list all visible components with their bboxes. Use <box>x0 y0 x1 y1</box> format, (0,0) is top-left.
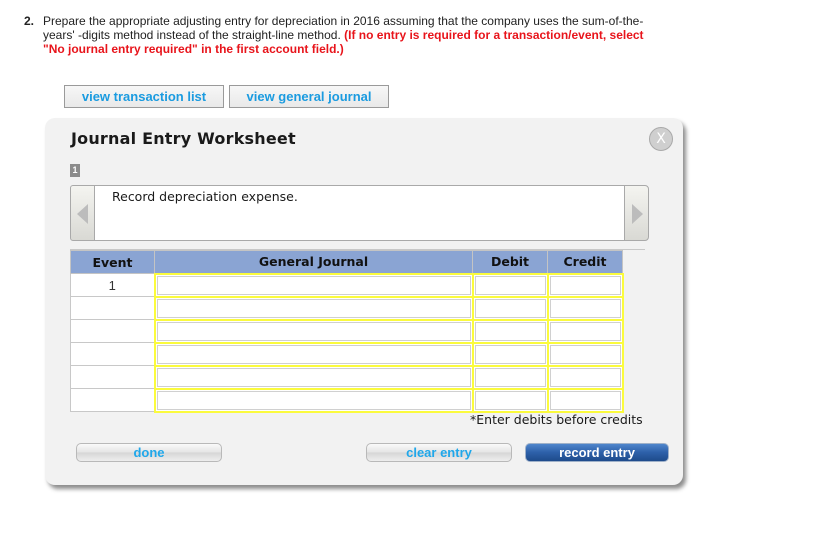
event-cell <box>70 365 155 389</box>
question-prompt: 2. Prepare the appropriate adjusting ent… <box>24 14 644 56</box>
debit-cell[interactable] <box>471 272 549 298</box>
debit-cell[interactable] <box>471 341 549 367</box>
account-input[interactable] <box>155 274 472 296</box>
credit-cell[interactable] <box>546 295 624 321</box>
table-header-row: Event General Journal Debit Credit <box>70 250 623 274</box>
event-cell <box>70 388 155 412</box>
account-cell[interactable] <box>153 387 474 413</box>
event-cell: 1 <box>70 273 155 297</box>
credit-input[interactable] <box>548 297 622 319</box>
credit-cell[interactable] <box>546 318 624 344</box>
credit-input[interactable] <box>548 274 622 296</box>
table-row <box>70 295 624 321</box>
account-cell[interactable] <box>153 318 474 344</box>
credit-cell[interactable] <box>546 387 624 413</box>
credit-input[interactable] <box>548 320 622 342</box>
step-description: Record depreciation expense. <box>112 189 298 204</box>
debit-input[interactable] <box>473 366 547 388</box>
description-carousel: Record depreciation expense. <box>70 185 649 241</box>
column-header-credit: Credit <box>547 250 623 274</box>
debit-input[interactable] <box>473 389 547 411</box>
credit-input[interactable] <box>548 343 622 365</box>
credit-input[interactable] <box>548 389 622 411</box>
credit-cell[interactable] <box>546 364 624 390</box>
debits-before-credits-note: *Enter debits before credits <box>470 412 643 427</box>
record-entry-button[interactable]: record entry <box>525 443 669 462</box>
debit-cell[interactable] <box>471 364 549 390</box>
debit-input[interactable] <box>473 274 547 296</box>
credit-cell[interactable] <box>546 341 624 367</box>
chevron-right-icon <box>632 204 643 224</box>
account-cell[interactable] <box>153 272 474 298</box>
account-cell[interactable] <box>153 295 474 321</box>
close-icon[interactable]: X <box>649 127 673 151</box>
account-input[interactable] <box>155 389 472 411</box>
table-row <box>70 341 624 367</box>
clear-entry-button[interactable]: clear entry <box>366 443 512 462</box>
account-cell[interactable] <box>153 364 474 390</box>
event-cell <box>70 342 155 366</box>
debit-input[interactable] <box>473 297 547 319</box>
credit-cell[interactable] <box>546 272 624 298</box>
event-cell <box>70 319 155 343</box>
description-box: Record depreciation expense. <box>95 185 624 241</box>
view-transaction-list-button[interactable]: view transaction list <box>64 85 224 108</box>
account-cell[interactable] <box>153 341 474 367</box>
chevron-left-icon <box>77 204 88 224</box>
question-number: 2. <box>24 14 35 28</box>
account-input[interactable] <box>155 297 472 319</box>
table-row <box>70 318 624 344</box>
column-header-debit: Debit <box>472 250 548 274</box>
previous-step-button[interactable] <box>70 185 95 241</box>
debit-input[interactable] <box>473 320 547 342</box>
done-button[interactable]: done <box>76 443 222 462</box>
debit-cell[interactable] <box>471 387 549 413</box>
account-input[interactable] <box>155 366 472 388</box>
table-row: 1 <box>70 272 624 298</box>
table-row <box>70 364 624 390</box>
table-row <box>70 387 624 413</box>
event-cell <box>70 296 155 320</box>
journal-entry-worksheet-panel: Journal Entry Worksheet X 1 Record depre… <box>45 118 683 485</box>
worksheet-title: Journal Entry Worksheet <box>71 129 296 148</box>
column-header-event: Event <box>70 250 155 274</box>
column-header-general-journal: General Journal <box>154 250 473 274</box>
next-step-button[interactable] <box>624 185 649 241</box>
view-general-journal-button[interactable]: view general journal <box>229 85 389 108</box>
account-input[interactable] <box>155 320 472 342</box>
debit-input[interactable] <box>473 343 547 365</box>
journal-table: Event General Journal Debit Credit 1 <box>70 250 624 413</box>
credit-input[interactable] <box>548 366 622 388</box>
debit-cell[interactable] <box>471 295 549 321</box>
step-number-badge[interactable]: 1 <box>70 164 80 177</box>
debit-cell[interactable] <box>471 318 549 344</box>
account-input[interactable] <box>155 343 472 365</box>
